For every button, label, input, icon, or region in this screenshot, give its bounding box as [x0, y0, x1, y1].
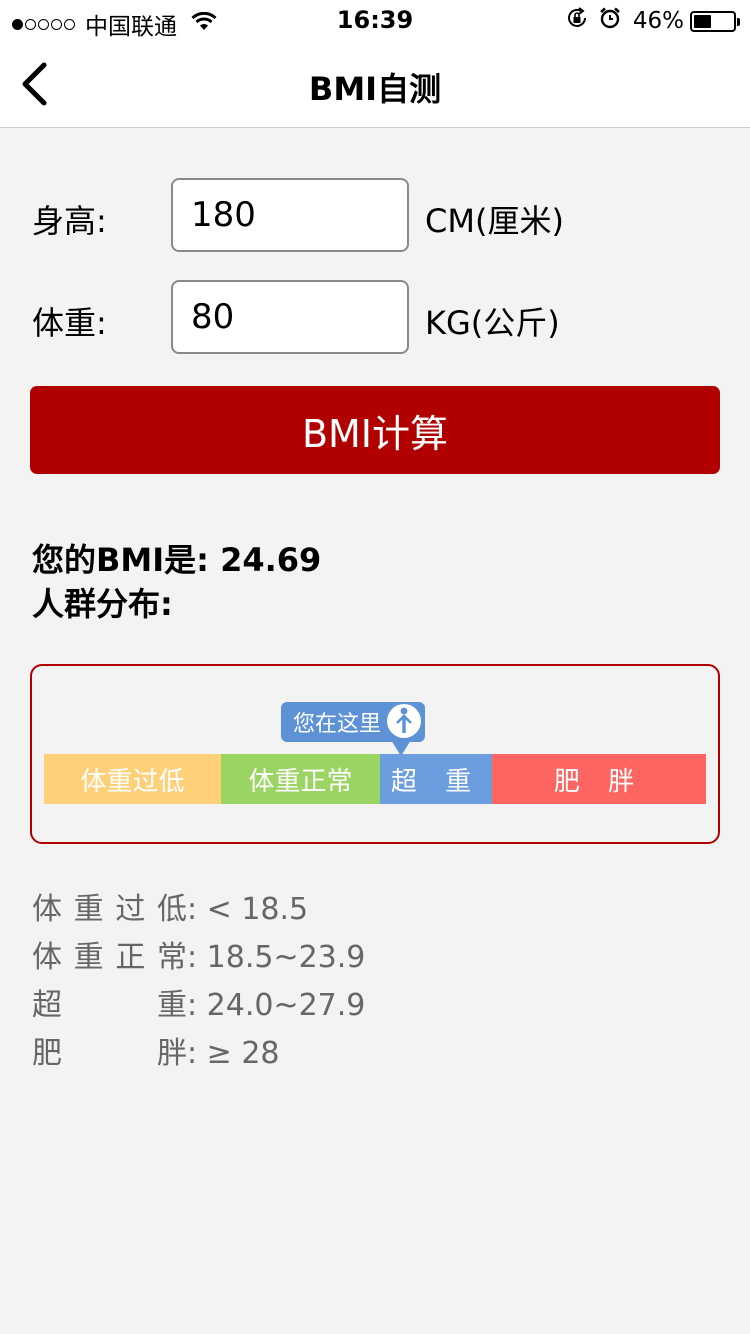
legend-range: ≥ 28	[206, 1036, 280, 1071]
distribution-label: 人群分布:	[32, 585, 173, 623]
bmi-category-bar: 体重过低 体重正常 超 重 肥 胖	[44, 754, 706, 804]
marker-label: 您在这里	[293, 712, 382, 737]
page-title: BMI自测	[308, 70, 442, 108]
segment-underweight: 体重过低	[44, 754, 221, 804]
weight-unit: KG(公斤)	[425, 304, 560, 342]
legend-row-obese: 肥 胖: ≥ 28	[32, 1030, 365, 1078]
nav-bar: BMI自测	[0, 40, 750, 128]
battery-icon	[690, 10, 740, 32]
weight-label: 体重:	[32, 304, 107, 342]
bmi-calculate-button[interactable]: BMI计算	[30, 386, 720, 474]
bmi-result: 您的BMI是: 24.69	[32, 541, 322, 579]
legend-name: 超 重	[32, 988, 187, 1023]
bmi-distribution-panel: 您在这里 体重过低 体重正常 超 重 肥 胖	[30, 664, 720, 844]
height-label: 身高:	[32, 202, 107, 240]
alarm-icon	[599, 7, 621, 35]
legend-name: 肥 胖	[32, 1036, 187, 1071]
legend-range: 24.0~27.9	[206, 988, 366, 1023]
legend-range: 18.5~23.9	[206, 940, 366, 975]
legend-row-normal: 体重正常: 18.5~23.9	[32, 934, 365, 982]
result-section: 您的BMI是: 24.69 人群分布:	[32, 538, 321, 626]
legend-name: 体重过低	[32, 892, 187, 927]
status-bar: 中国联通 16:39 46%	[0, 0, 750, 40]
person-icon	[387, 704, 422, 738]
status-right: 46%	[555, 6, 740, 36]
bmi-legend: 体重过低: < 18.5 体重正常: 18.5~23.9 超 重: 24.0~2…	[32, 886, 365, 1078]
height-input[interactable]	[171, 178, 409, 252]
segment-overweight: 超 重	[380, 754, 492, 804]
you-are-here-marker: 您在这里	[281, 702, 426, 756]
battery-percentage: 46%	[632, 8, 684, 34]
legend-name: 体重正常	[32, 940, 187, 975]
legend-row-underweight: 体重过低: < 18.5	[32, 886, 365, 934]
weight-input[interactable]	[171, 280, 409, 354]
height-unit: CM(厘米)	[425, 202, 564, 240]
orientation-lock-icon	[565, 6, 589, 36]
segment-obese: 肥 胖	[492, 754, 706, 804]
segment-normal: 体重正常	[221, 754, 380, 804]
legend-range: < 18.5	[206, 892, 309, 927]
legend-row-overweight: 超 重: 24.0~27.9	[32, 982, 365, 1030]
